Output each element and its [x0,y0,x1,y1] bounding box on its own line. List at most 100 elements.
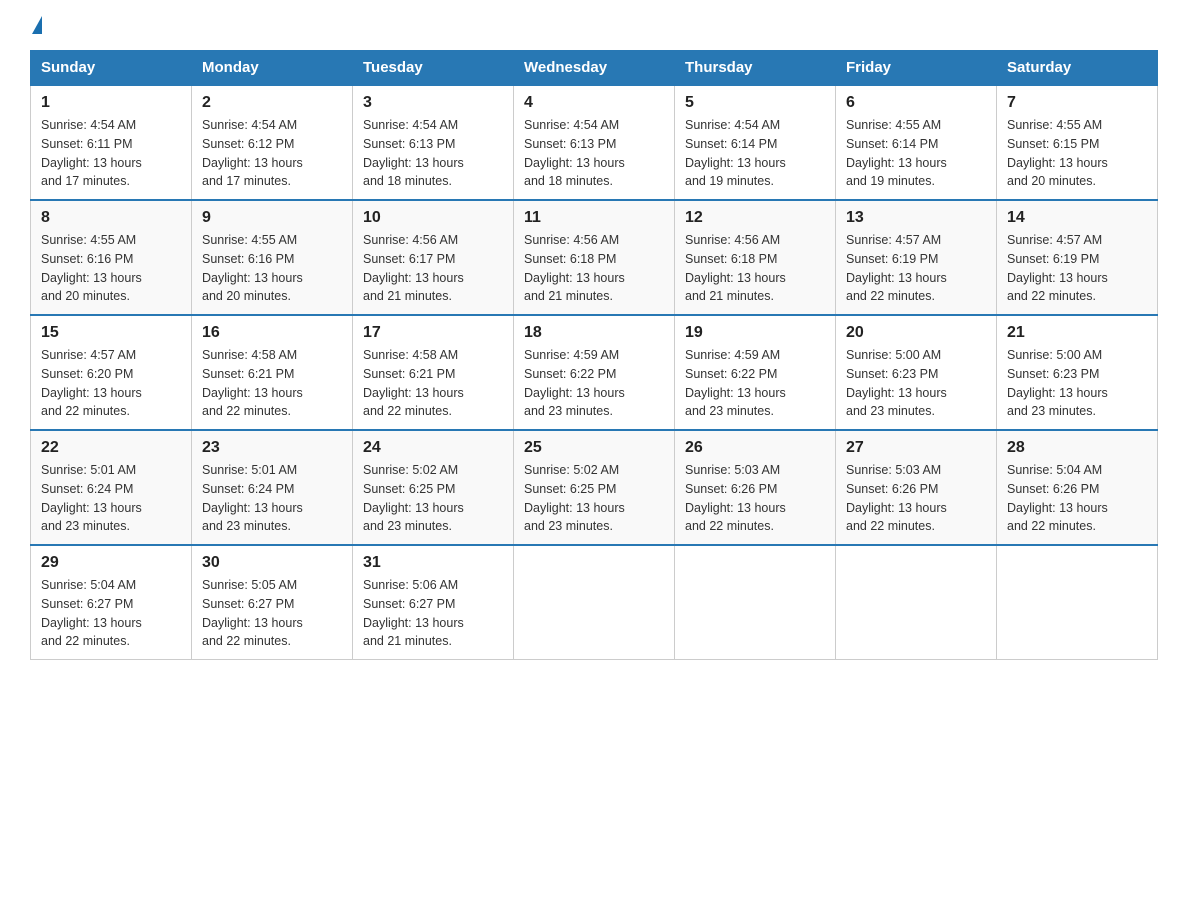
day-info: Sunrise: 4:55 AM Sunset: 6:16 PM Dayligh… [41,231,181,306]
calendar-week-row: 15 Sunrise: 4:57 AM Sunset: 6:20 PM Dayl… [31,315,1158,430]
day-number: 19 [685,324,825,342]
day-info: Sunrise: 4:54 AM Sunset: 6:13 PM Dayligh… [524,116,664,191]
day-number: 22 [41,439,181,457]
day-number: 21 [1007,324,1147,342]
calendar-cell: 4 Sunrise: 4:54 AM Sunset: 6:13 PM Dayli… [514,85,675,200]
day-number: 5 [685,94,825,112]
calendar-cell: 27 Sunrise: 5:03 AM Sunset: 6:26 PM Dayl… [836,430,997,545]
day-number: 6 [846,94,986,112]
day-number: 31 [363,554,503,572]
day-number: 26 [685,439,825,457]
calendar-header-friday: Friday [836,51,997,86]
day-number: 10 [363,209,503,227]
day-number: 8 [41,209,181,227]
day-number: 17 [363,324,503,342]
calendar-cell: 25 Sunrise: 5:02 AM Sunset: 6:25 PM Dayl… [514,430,675,545]
day-info: Sunrise: 4:55 AM Sunset: 6:16 PM Dayligh… [202,231,342,306]
day-info: Sunrise: 5:03 AM Sunset: 6:26 PM Dayligh… [846,461,986,536]
calendar-header-row: SundayMondayTuesdayWednesdayThursdayFrid… [31,51,1158,86]
day-number: 28 [1007,439,1147,457]
calendar-cell: 11 Sunrise: 4:56 AM Sunset: 6:18 PM Dayl… [514,200,675,315]
day-info: Sunrise: 5:04 AM Sunset: 6:27 PM Dayligh… [41,576,181,651]
calendar-cell: 29 Sunrise: 5:04 AM Sunset: 6:27 PM Dayl… [31,545,192,660]
day-number: 12 [685,209,825,227]
calendar-cell: 23 Sunrise: 5:01 AM Sunset: 6:24 PM Dayl… [192,430,353,545]
calendar-header-saturday: Saturday [997,51,1158,86]
calendar-cell: 18 Sunrise: 4:59 AM Sunset: 6:22 PM Dayl… [514,315,675,430]
logo [30,20,42,32]
page-header [30,20,1158,32]
calendar-cell: 10 Sunrise: 4:56 AM Sunset: 6:17 PM Dayl… [353,200,514,315]
day-number: 1 [41,94,181,112]
calendar-header-wednesday: Wednesday [514,51,675,86]
day-number: 2 [202,94,342,112]
day-info: Sunrise: 5:02 AM Sunset: 6:25 PM Dayligh… [524,461,664,536]
calendar-cell: 16 Sunrise: 4:58 AM Sunset: 6:21 PM Dayl… [192,315,353,430]
calendar-cell: 19 Sunrise: 4:59 AM Sunset: 6:22 PM Dayl… [675,315,836,430]
day-info: Sunrise: 4:54 AM Sunset: 6:11 PM Dayligh… [41,116,181,191]
day-info: Sunrise: 4:54 AM Sunset: 6:12 PM Dayligh… [202,116,342,191]
day-number: 13 [846,209,986,227]
day-info: Sunrise: 4:57 AM Sunset: 6:19 PM Dayligh… [846,231,986,306]
day-info: Sunrise: 4:57 AM Sunset: 6:20 PM Dayligh… [41,346,181,421]
day-info: Sunrise: 4:54 AM Sunset: 6:14 PM Dayligh… [685,116,825,191]
day-info: Sunrise: 5:05 AM Sunset: 6:27 PM Dayligh… [202,576,342,651]
calendar-cell: 2 Sunrise: 4:54 AM Sunset: 6:12 PM Dayli… [192,85,353,200]
day-info: Sunrise: 5:00 AM Sunset: 6:23 PM Dayligh… [846,346,986,421]
day-info: Sunrise: 4:56 AM Sunset: 6:18 PM Dayligh… [524,231,664,306]
day-info: Sunrise: 5:04 AM Sunset: 6:26 PM Dayligh… [1007,461,1147,536]
day-info: Sunrise: 4:54 AM Sunset: 6:13 PM Dayligh… [363,116,503,191]
calendar-cell: 24 Sunrise: 5:02 AM Sunset: 6:25 PM Dayl… [353,430,514,545]
calendar-cell: 17 Sunrise: 4:58 AM Sunset: 6:21 PM Dayl… [353,315,514,430]
day-info: Sunrise: 4:57 AM Sunset: 6:19 PM Dayligh… [1007,231,1147,306]
calendar-week-row: 8 Sunrise: 4:55 AM Sunset: 6:16 PM Dayli… [31,200,1158,315]
calendar-week-row: 29 Sunrise: 5:04 AM Sunset: 6:27 PM Dayl… [31,545,1158,660]
day-info: Sunrise: 4:58 AM Sunset: 6:21 PM Dayligh… [363,346,503,421]
calendar-cell: 15 Sunrise: 4:57 AM Sunset: 6:20 PM Dayl… [31,315,192,430]
calendar-cell: 30 Sunrise: 5:05 AM Sunset: 6:27 PM Dayl… [192,545,353,660]
calendar-header-tuesday: Tuesday [353,51,514,86]
day-number: 15 [41,324,181,342]
day-number: 23 [202,439,342,457]
calendar-cell: 13 Sunrise: 4:57 AM Sunset: 6:19 PM Dayl… [836,200,997,315]
calendar-cell: 22 Sunrise: 5:01 AM Sunset: 6:24 PM Dayl… [31,430,192,545]
calendar-header-monday: Monday [192,51,353,86]
day-number: 29 [41,554,181,572]
day-info: Sunrise: 4:59 AM Sunset: 6:22 PM Dayligh… [524,346,664,421]
calendar-cell: 3 Sunrise: 4:54 AM Sunset: 6:13 PM Dayli… [353,85,514,200]
day-info: Sunrise: 5:01 AM Sunset: 6:24 PM Dayligh… [202,461,342,536]
day-info: Sunrise: 4:55 AM Sunset: 6:14 PM Dayligh… [846,116,986,191]
day-number: 20 [846,324,986,342]
day-number: 18 [524,324,664,342]
day-info: Sunrise: 5:01 AM Sunset: 6:24 PM Dayligh… [41,461,181,536]
day-info: Sunrise: 4:56 AM Sunset: 6:17 PM Dayligh… [363,231,503,306]
calendar-cell: 20 Sunrise: 5:00 AM Sunset: 6:23 PM Dayl… [836,315,997,430]
calendar-header-thursday: Thursday [675,51,836,86]
calendar-cell: 28 Sunrise: 5:04 AM Sunset: 6:26 PM Dayl… [997,430,1158,545]
day-number: 3 [363,94,503,112]
calendar-cell: 14 Sunrise: 4:57 AM Sunset: 6:19 PM Dayl… [997,200,1158,315]
calendar-cell [836,545,997,660]
day-number: 14 [1007,209,1147,227]
day-info: Sunrise: 4:56 AM Sunset: 6:18 PM Dayligh… [685,231,825,306]
calendar-cell [514,545,675,660]
calendar-cell: 6 Sunrise: 4:55 AM Sunset: 6:14 PM Dayli… [836,85,997,200]
calendar-table: SundayMondayTuesdayWednesdayThursdayFrid… [30,50,1158,660]
calendar-week-row: 22 Sunrise: 5:01 AM Sunset: 6:24 PM Dayl… [31,430,1158,545]
calendar-cell: 8 Sunrise: 4:55 AM Sunset: 6:16 PM Dayli… [31,200,192,315]
calendar-header-sunday: Sunday [31,51,192,86]
calendar-week-row: 1 Sunrise: 4:54 AM Sunset: 6:11 PM Dayli… [31,85,1158,200]
calendar-cell: 9 Sunrise: 4:55 AM Sunset: 6:16 PM Dayli… [192,200,353,315]
day-number: 27 [846,439,986,457]
day-number: 11 [524,209,664,227]
day-info: Sunrise: 4:58 AM Sunset: 6:21 PM Dayligh… [202,346,342,421]
calendar-cell: 1 Sunrise: 4:54 AM Sunset: 6:11 PM Dayli… [31,85,192,200]
day-number: 9 [202,209,342,227]
calendar-cell: 31 Sunrise: 5:06 AM Sunset: 6:27 PM Dayl… [353,545,514,660]
calendar-cell [675,545,836,660]
day-info: Sunrise: 5:02 AM Sunset: 6:25 PM Dayligh… [363,461,503,536]
day-info: Sunrise: 4:55 AM Sunset: 6:15 PM Dayligh… [1007,116,1147,191]
day-number: 4 [524,94,664,112]
day-info: Sunrise: 5:00 AM Sunset: 6:23 PM Dayligh… [1007,346,1147,421]
day-info: Sunrise: 4:59 AM Sunset: 6:22 PM Dayligh… [685,346,825,421]
